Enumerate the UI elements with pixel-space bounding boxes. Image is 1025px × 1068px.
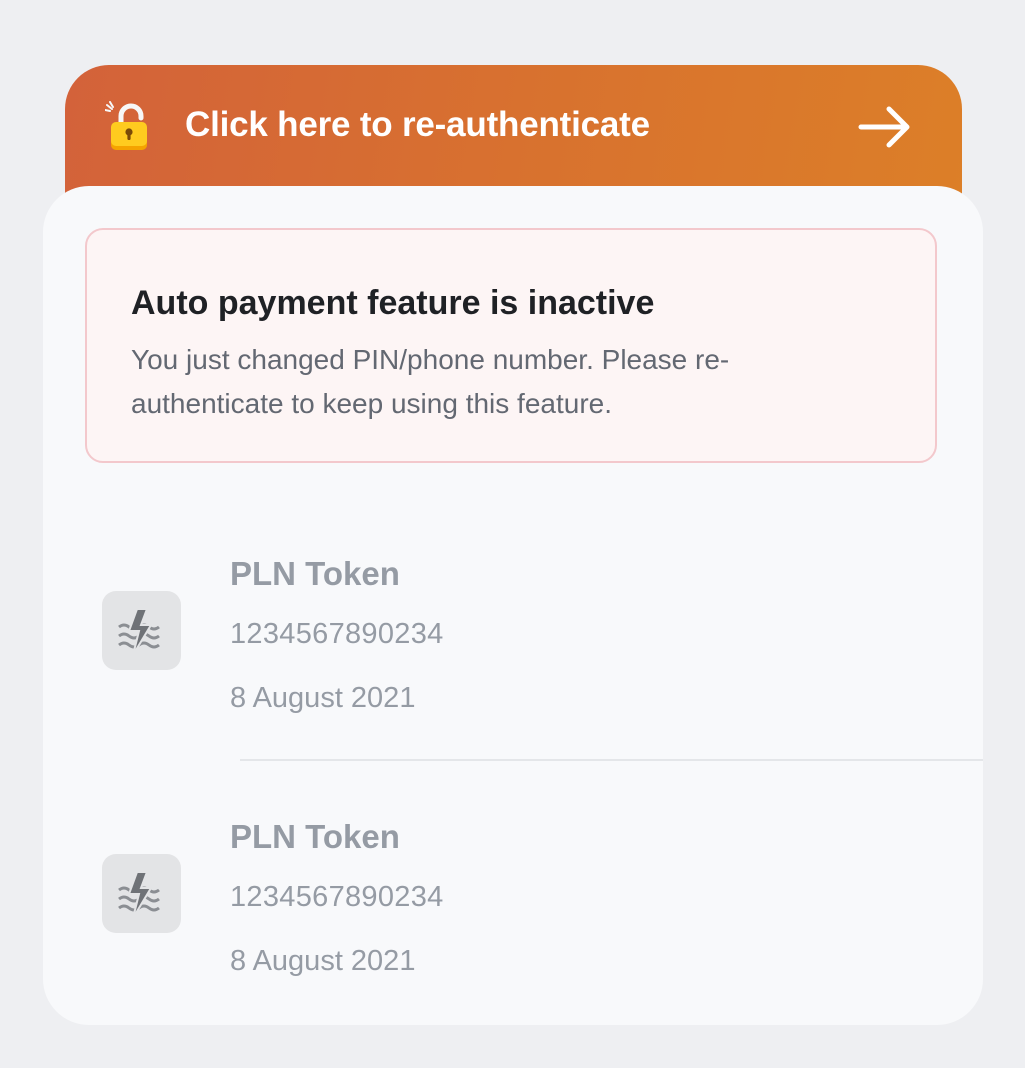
list-divider	[240, 759, 983, 761]
arrow-right-icon[interactable]	[858, 105, 912, 149]
alert-title: Auto payment feature is inactive	[131, 284, 655, 322]
item-name: PLN Token	[230, 818, 400, 855]
item-name: PLN Token	[230, 555, 400, 592]
auto-payment-card: Auto payment feature is inactive You jus…	[43, 186, 983, 1025]
item-number: 1234567890234	[230, 881, 444, 913]
electricity-icon	[102, 591, 181, 670]
list-item[interactable]: PLN Token 1234567890234 8 August 2021	[43, 809, 983, 1009]
electricity-icon	[102, 854, 181, 933]
unlocked-padlock-icon	[105, 101, 147, 150]
inactive-alert: Auto payment feature is inactive You jus…	[85, 228, 937, 463]
item-date: 8 August 2021	[230, 682, 416, 714]
item-number: 1234567890234	[230, 618, 444, 650]
reauthenticate-label[interactable]: Click here to re-authenticate	[185, 105, 650, 145]
item-date: 8 August 2021	[230, 945, 416, 977]
list-item[interactable]: PLN Token 1234567890234 8 August 2021	[43, 546, 983, 746]
alert-message: You just changed PIN/phone number. Pleas…	[131, 344, 730, 419]
